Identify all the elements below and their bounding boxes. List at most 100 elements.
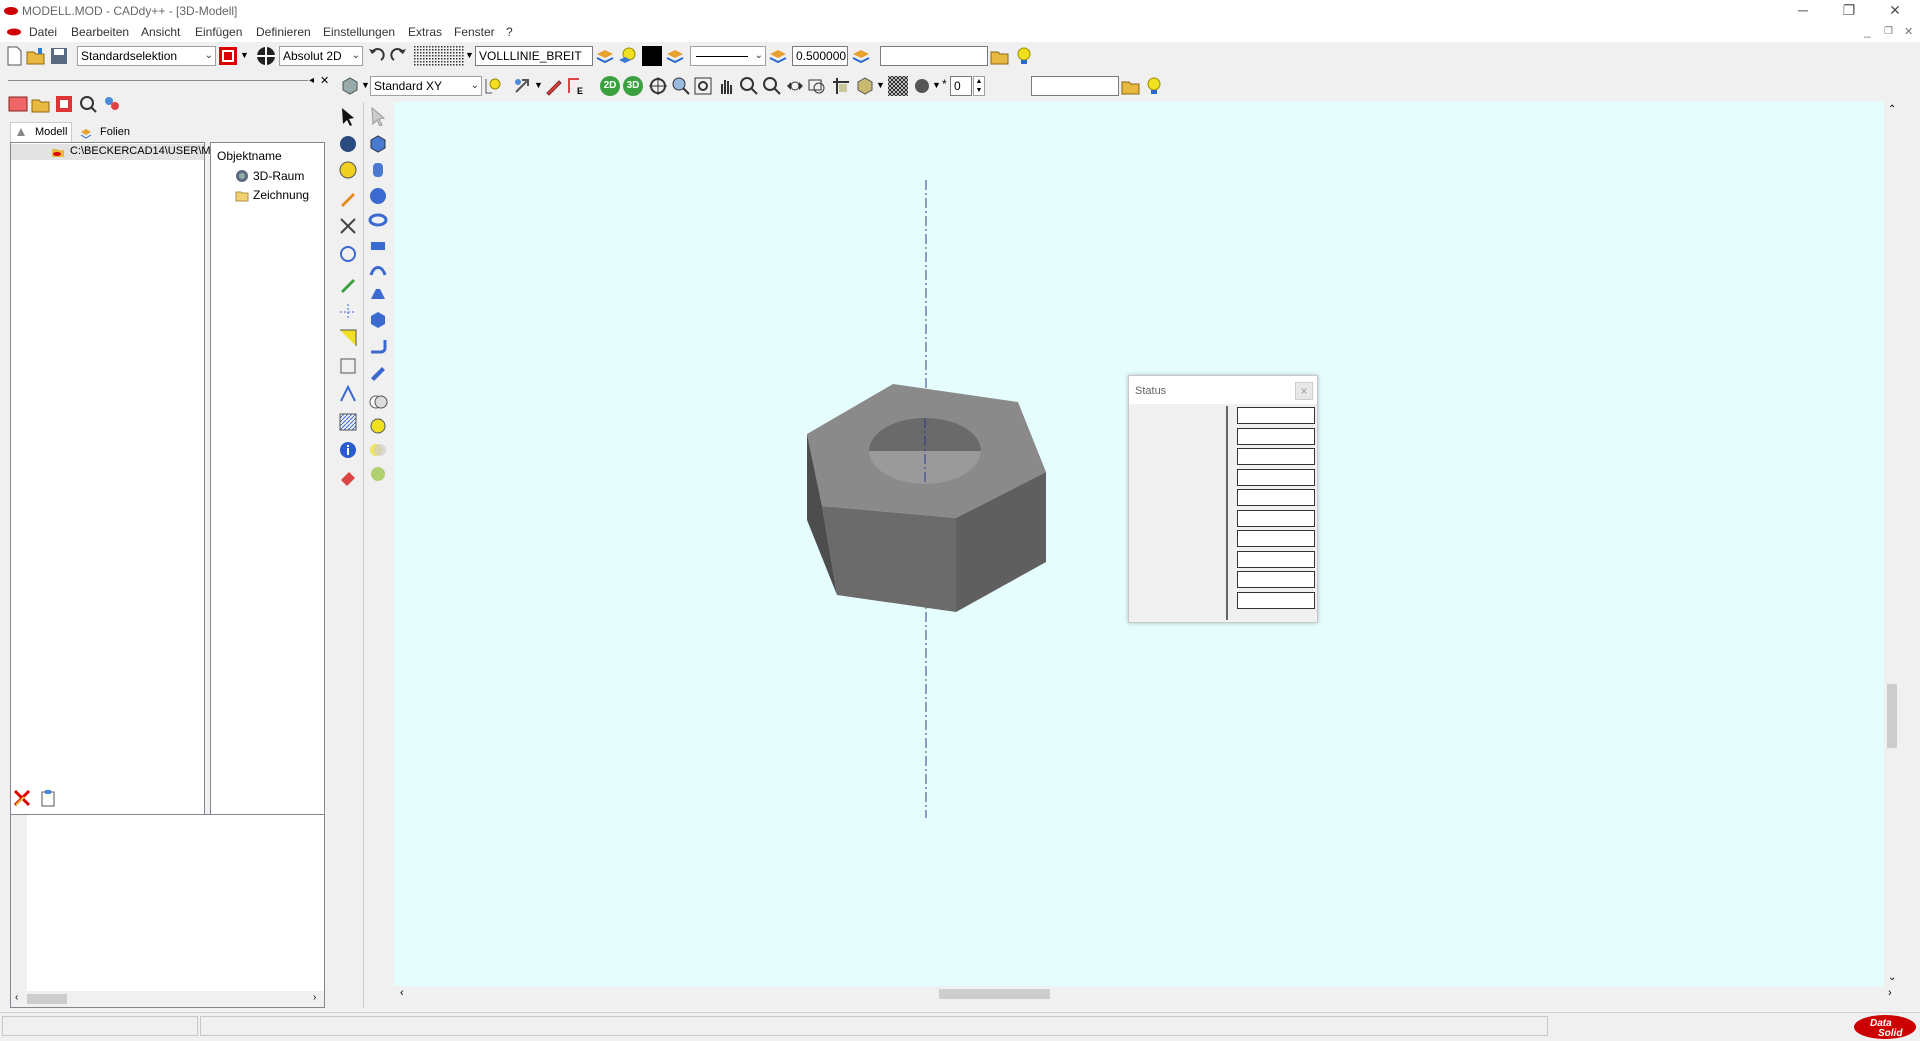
object-item-zeichnung[interactable]: Zeichnung <box>253 188 309 202</box>
render-sphere-icon[interactable] <box>912 76 932 96</box>
redo-icon[interactable] <box>389 46 409 66</box>
cylinder-icon[interactable] <box>368 160 388 180</box>
select-arrow-gray-icon[interactable] <box>368 106 388 126</box>
tree-row-selected[interactable]: C:\BECKERCAD14\USER\M <box>11 144 211 160</box>
view-orientation-select[interactable]: Standard XY ⌄ <box>370 76 482 96</box>
trim-icon[interactable] <box>338 328 358 348</box>
horizontal-scroll-thumb[interactable] <box>939 989 1050 999</box>
light-view-icon[interactable] <box>484 76 504 96</box>
zoom-in-icon[interactable] <box>739 76 759 96</box>
edge-tool-icon[interactable]: E <box>566 76 586 96</box>
zoom-window-icon[interactable] <box>671 76 691 96</box>
loft-icon[interactable] <box>368 284 388 304</box>
tab-folien[interactable]: Folien <box>74 124 134 142</box>
tab-modell[interactable]: Modell <box>10 122 72 142</box>
sphere-dark-icon[interactable] <box>338 134 358 154</box>
menu-ansicht[interactable]: Ansicht <box>141 25 180 39</box>
mode-2d-button[interactable]: 2D <box>600 76 620 96</box>
hatch-pattern-icon[interactable] <box>888 76 908 96</box>
new-file-icon[interactable] <box>4 46 24 66</box>
layer-name-field[interactable] <box>880 46 988 66</box>
menu-extras[interactable]: Extras <box>408 25 442 39</box>
lightbulb-icon[interactable] <box>1144 76 1164 96</box>
mdi-restore-button[interactable]: ❐ <box>1884 26 1893 37</box>
line-width-field[interactable]: 0.500000 <box>792 46 848 66</box>
scroll-up-icon[interactable]: ⌃ <box>1888 104 1896 115</box>
layer-stack-icon[interactable] <box>665 46 685 66</box>
menu-definieren[interactable]: Definieren <box>256 25 311 39</box>
grid-pattern-icon[interactable] <box>414 46 464 66</box>
zoom-previous-icon[interactable] <box>807 76 827 96</box>
status-value-field[interactable] <box>1237 550 1315 568</box>
material-icon[interactable] <box>368 464 388 484</box>
coordinate-origin-icon[interactable] <box>256 46 276 66</box>
menu-bearbeiten[interactable]: Bearbeiten <box>71 25 129 39</box>
menu-help[interactable]: ? <box>506 25 513 39</box>
chamfer-icon[interactable] <box>368 364 388 384</box>
pencil-green-icon[interactable] <box>338 274 358 294</box>
scroll-left-icon[interactable]: ‹ <box>400 987 404 999</box>
pencil-red-icon[interactable] <box>544 76 564 96</box>
sphere-blue-icon[interactable] <box>368 186 388 206</box>
solid-boolean-icon[interactable] <box>368 310 388 330</box>
fillet-icon[interactable] <box>368 336 388 356</box>
status-value-field[interactable] <box>1237 407 1315 424</box>
zoom-fit-icon[interactable] <box>693 76 713 96</box>
select-arrow-icon[interactable] <box>338 106 358 126</box>
layer-stack-icon[interactable] <box>768 46 788 66</box>
red-box-icon[interactable] <box>54 94 74 114</box>
menu-einstellungen[interactable]: Einstellungen <box>323 25 395 39</box>
view-dropdown-arrow-icon[interactable]: ▼ <box>361 80 370 90</box>
shaded-box-icon[interactable] <box>855 76 875 96</box>
mdi-close-button[interactable]: ✕ <box>1904 25 1913 38</box>
status-value-field[interactable] <box>1237 468 1315 486</box>
shading-dropdown-arrow-icon[interactable]: ▼ <box>876 80 885 90</box>
scroll-down-icon[interactable]: ⌄ <box>1888 972 1896 983</box>
color-swatch[interactable] <box>642 46 662 66</box>
union-icon[interactable] <box>368 392 388 412</box>
hatch-tool-icon[interactable] <box>338 412 358 432</box>
document-logo-icon[interactable] <box>6 27 22 37</box>
dimension-circle-icon[interactable] <box>338 160 358 180</box>
open-folder-icon[interactable] <box>1121 76 1141 96</box>
model-tree[interactable]: C:\BECKERCAD14\USER\M ‹ › <box>10 142 211 856</box>
properties-list[interactable]: ‹ › <box>10 814 325 1008</box>
layer-lightbulb-icon[interactable] <box>617 46 637 66</box>
subtract-icon[interactable] <box>368 416 388 436</box>
render-dropdown-arrow-icon[interactable]: ▼ <box>932 80 941 90</box>
vertical-scroll-thumb[interactable] <box>1887 684 1897 748</box>
pan-hand-icon[interactable] <box>716 76 736 96</box>
properties-horizontal-scrollbar[interactable]: ‹ › <box>11 991 324 1007</box>
menu-einfuegen[interactable]: Einfügen <box>195 25 242 39</box>
view-cube-icon[interactable] <box>340 76 360 96</box>
cube-icon[interactable] <box>368 134 388 154</box>
close-button[interactable]: ✕ <box>1872 0 1918 22</box>
menu-fenster[interactable]: Fenster <box>454 25 495 39</box>
text-tool-icon[interactable] <box>338 384 358 404</box>
status-panel-close-button[interactable]: × <box>1295 382 1313 400</box>
status-value-field[interactable] <box>1237 427 1315 445</box>
canvas-vertical-scrollbar[interactable]: ⌃ ⌄ <box>1884 102 1900 986</box>
folder-tool-icon[interactable] <box>31 94 51 114</box>
scroll-right-icon[interactable]: › <box>313 992 316 1003</box>
layer-stack-icon[interactable] <box>851 46 871 66</box>
sweep-icon[interactable] <box>368 260 388 280</box>
object-list[interactable]: Objektname 3D-Raum Zeichnung <box>210 142 325 856</box>
status-value-field[interactable] <box>1237 448 1315 465</box>
search-object-icon[interactable] <box>78 94 98 114</box>
status-value-field[interactable] <box>1237 489 1315 506</box>
layer-stack-icon[interactable] <box>595 46 615 66</box>
status-value-field[interactable] <box>1237 591 1315 609</box>
transform-dims-icon[interactable] <box>338 356 358 376</box>
line-type-field[interactable]: VOLLLINIE_BREIT <box>475 46 593 66</box>
restore-button[interactable]: ❐ <box>1826 0 1872 22</box>
clipboard-icon[interactable] <box>38 788 58 808</box>
zoom-all-icon[interactable] <box>785 76 805 96</box>
status-panel-header[interactable]: Status × <box>1129 376 1317 404</box>
open-folder-icon[interactable] <box>26 46 46 66</box>
object-item-3d-raum[interactable]: 3D-Raum <box>253 169 304 183</box>
orbit-icon[interactable] <box>648 76 668 96</box>
select-frame-icon[interactable] <box>218 46 238 66</box>
section-icon[interactable] <box>831 76 851 96</box>
eraser-icon[interactable] <box>338 466 358 486</box>
